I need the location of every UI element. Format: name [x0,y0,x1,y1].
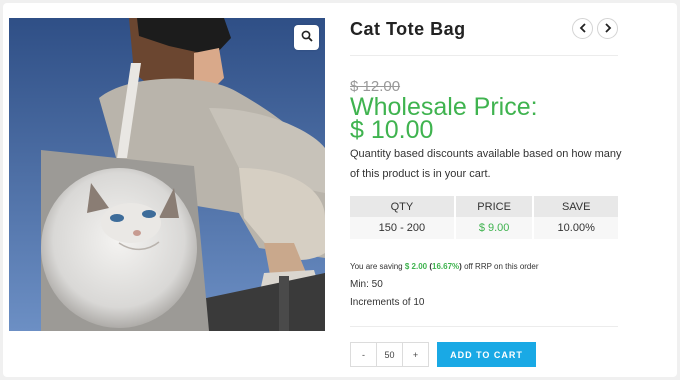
magnifier-icon [301,29,313,47]
next-product-button[interactable] [597,18,618,39]
table-row: 150 - 200 $ 9.00 10.00% [350,217,618,239]
tier-save: 10.00% [533,217,618,239]
quantity-increments: Increments of 10 [350,297,425,308]
quantity-stepper: - 50 + [350,342,429,367]
quantity-input[interactable]: 50 [376,343,403,366]
chevron-left-icon [579,20,587,38]
quantity-discount-table: QTY PRICE SAVE 150 - 200 $ 9.00 10.00% [350,196,618,239]
prev-product-button[interactable] [572,18,593,39]
wholesale-price: $ 10.00 [350,116,434,144]
chevron-right-icon [604,20,612,38]
title-divider [350,55,618,56]
column-header-qty: QTY [350,196,456,217]
tier-qty: 150 - 200 [350,217,456,239]
saving-amount: $ 2.00 [404,262,428,271]
zoom-button[interactable] [294,25,319,50]
saving-percent: 16.67% [432,262,460,271]
add-to-cart-button[interactable]: ADD TO CART [437,342,536,367]
column-header-save: SAVE [533,196,618,217]
discount-description: Quantity based discounts available based… [350,148,622,180]
wholesale-price-block: Wholesale Price: $ 10.00 [350,95,620,144]
min-quantity: Min: 50 [350,279,383,290]
saving-notice: You are saving $ 2.00 (16.67%) off RRP o… [350,262,539,271]
cart-divider [350,326,618,327]
tier-price: $ 9.00 [454,217,535,239]
saving-suffix: off RRP on this order [464,262,539,271]
quantity-increment-button[interactable]: + [403,343,428,366]
column-header-price: PRICE [454,196,535,217]
product-title: Cat Tote Bag [350,19,466,39]
product-image[interactable] [9,18,325,331]
saving-prefix: You are saving [350,262,403,271]
quantity-decrement-button[interactable]: - [351,343,376,366]
